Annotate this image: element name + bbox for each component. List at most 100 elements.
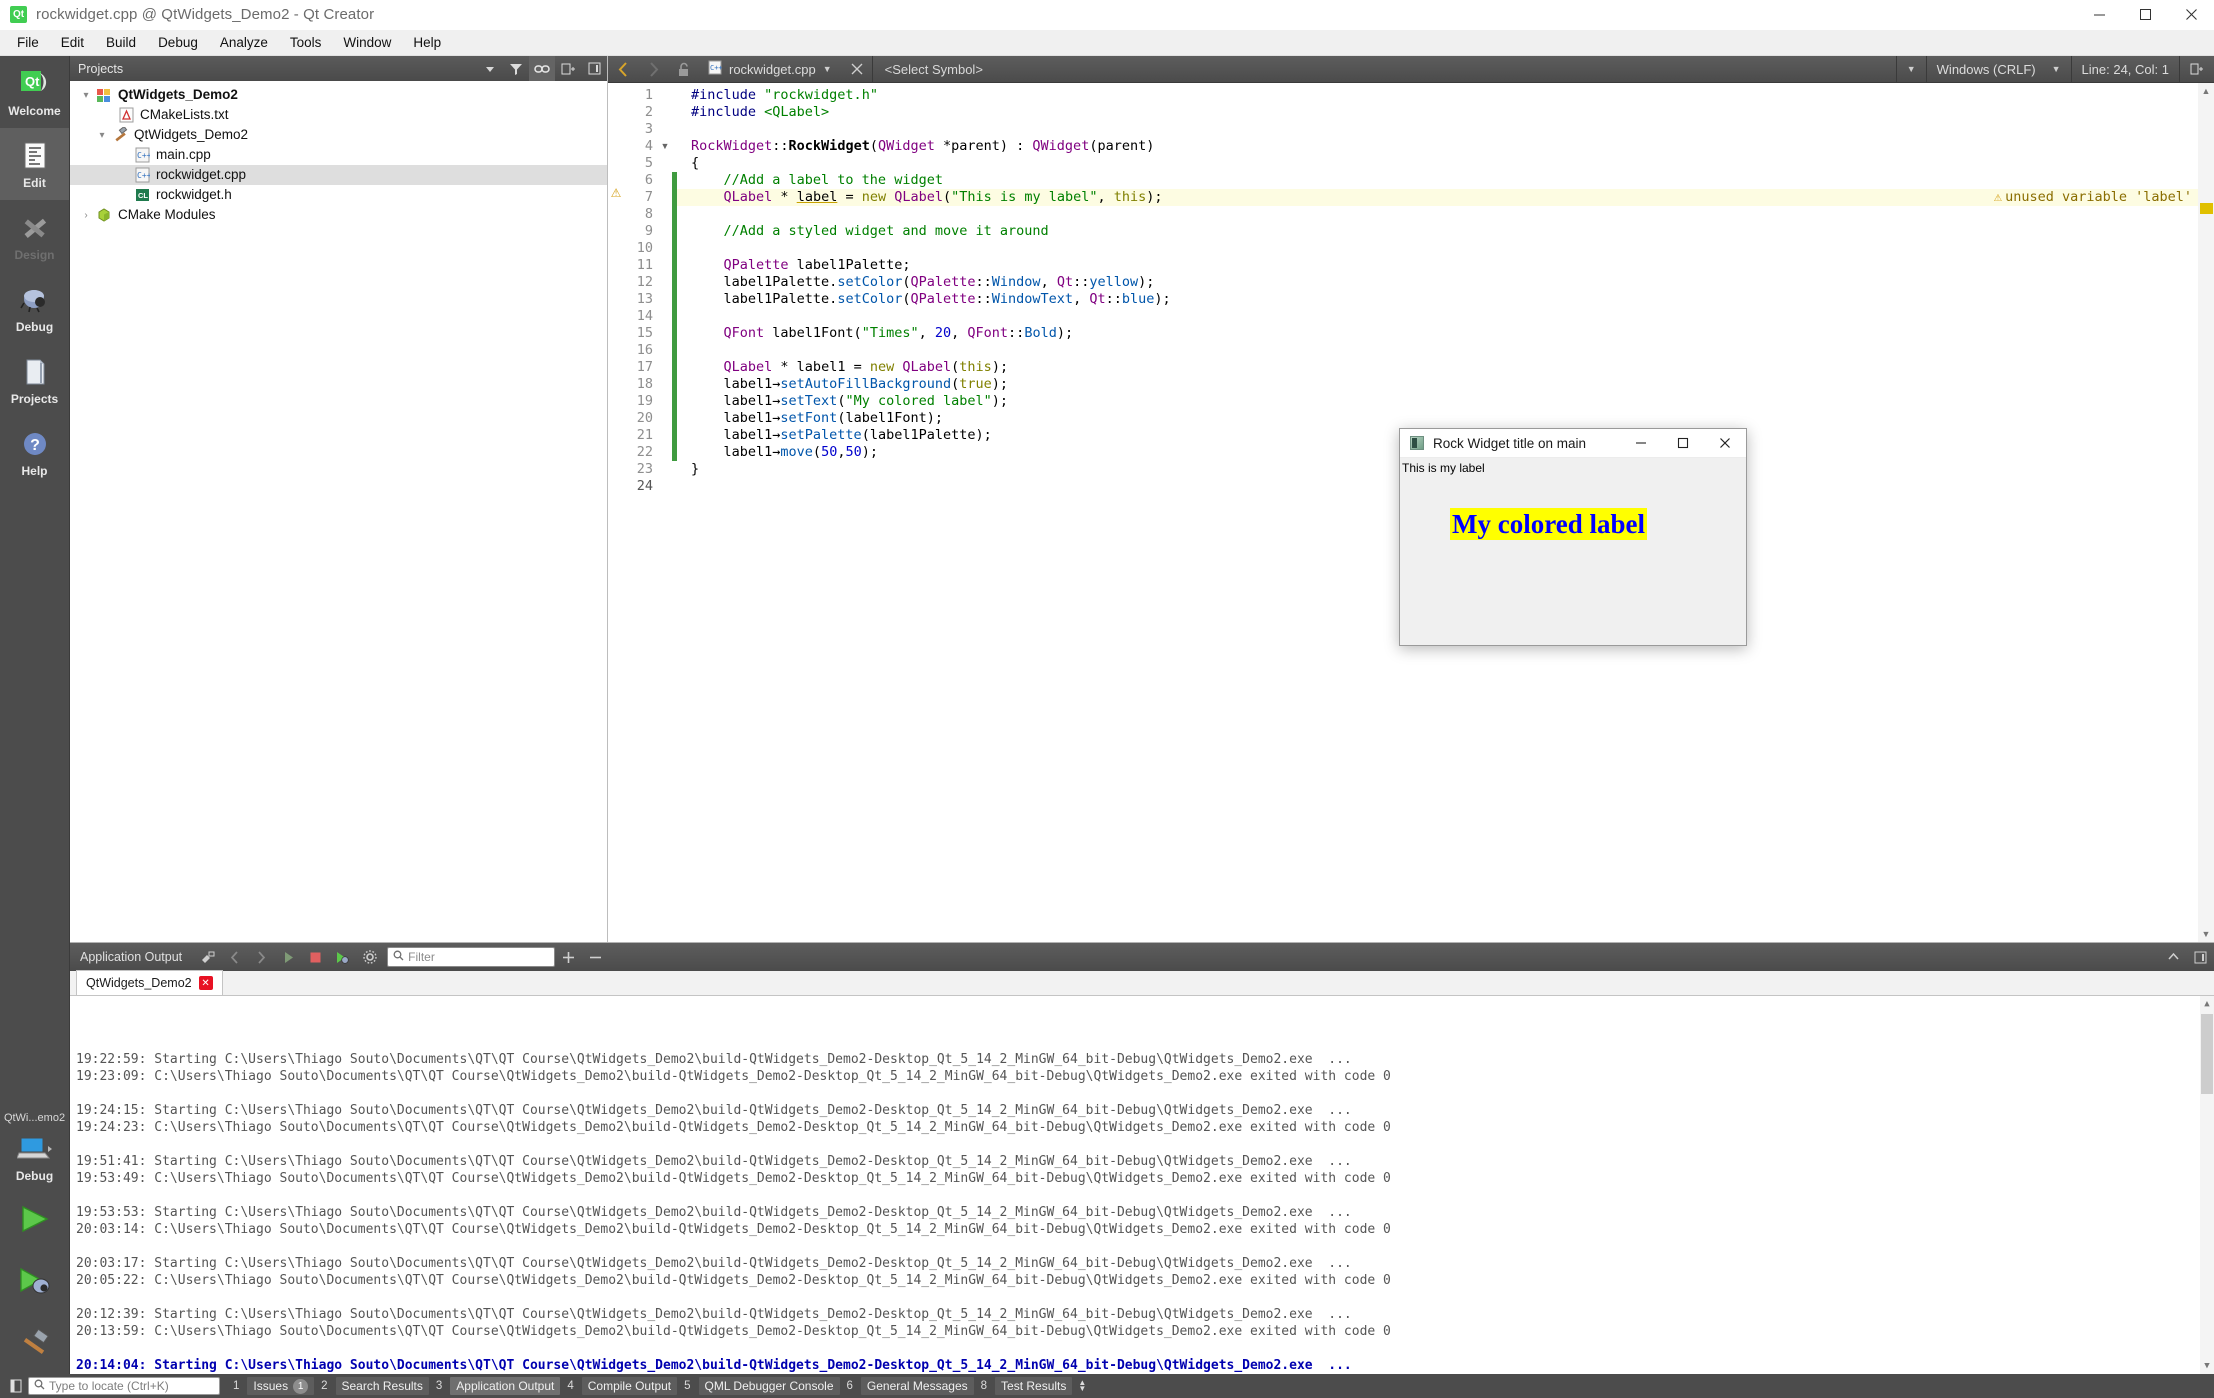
code-line[interactable] — [691, 121, 2198, 138]
filter-icon[interactable] — [503, 56, 529, 81]
tree-item-rockwidget-h[interactable]: CL rockwidget.h — [70, 185, 607, 205]
menu-window[interactable]: Window — [332, 32, 402, 54]
status-tab-qml-debugger-console[interactable]: 5 QML Debugger Console — [681, 1377, 840, 1395]
kit-selector-label[interactable]: QtWi...emo2 — [0, 1108, 69, 1126]
status-tab-issues[interactable]: 1 Issues 1 — [230, 1377, 315, 1395]
tree-item-rockwidget-cpp[interactable]: C++ rockwidget.cpp — [70, 165, 607, 185]
settings-gear-icon[interactable] — [356, 943, 383, 971]
code-line[interactable]: label1→setText("My colored label"); — [691, 393, 2198, 410]
menu-help[interactable]: Help — [402, 32, 452, 54]
menu-file[interactable]: File — [6, 32, 50, 54]
unlocked-padlock-icon[interactable] — [668, 56, 698, 83]
mode-button-projects[interactable]: Projects — [0, 344, 69, 416]
code-line[interactable]: label1→setFont(label1Font); — [691, 410, 2198, 427]
maximize-pane-icon[interactable] — [2160, 943, 2187, 971]
code-line[interactable]: RockWidget::RockWidget(QWidget *parent) … — [691, 138, 2198, 155]
mode-button-welcome[interactable]: Qt Welcome — [0, 56, 69, 128]
tree-item-cmakelists[interactable]: CMakeLists.txt — [70, 105, 607, 125]
status-tab-label[interactable]: Compile Output — [581, 1377, 678, 1395]
toggle-sidebar-icon[interactable] — [4, 1374, 28, 1398]
next-item-icon[interactable] — [248, 943, 275, 971]
mode-button-edit[interactable]: Edit — [0, 128, 69, 200]
status-tab-label[interactable]: Search Results — [335, 1377, 429, 1395]
symbol-selector[interactable]: <Select Symbol> — [873, 62, 995, 77]
code-line[interactable]: QLabel * label = new QLabel("This is my … — [691, 189, 2198, 206]
code-line[interactable]: QFont label1Font("Times", 20, QFont::Bol… — [691, 325, 2198, 342]
maximize-icon[interactable] — [2122, 0, 2168, 30]
close-file-icon[interactable] — [842, 56, 872, 83]
editor-file-tab[interactable]: C++ rockwidget.cpp ▼ — [698, 60, 842, 78]
plus-icon[interactable] — [555, 943, 582, 971]
close-panel-icon[interactable] — [581, 56, 607, 81]
back-arrow-icon[interactable] — [608, 56, 638, 83]
warning-gutter-icon[interactable]: ⚠ — [608, 185, 624, 202]
code-line[interactable]: #include <QLabel> — [691, 104, 2198, 121]
scrollbar-thumb[interactable] — [2201, 1014, 2213, 1094]
code-line[interactable] — [691, 342, 2198, 359]
scroll-up-icon[interactable]: ▲ — [2198, 83, 2214, 99]
status-tab-issues-label[interactable]: Issues 1 — [247, 1377, 315, 1395]
line-ending-selector[interactable]: Windows (CRLF) ▼ — [1925, 55, 2071, 83]
output-tab-qtwidgets-demo2[interactable]: QtWidgets_Demo2 ✕ — [76, 970, 223, 995]
clear-output-icon[interactable] — [194, 943, 221, 971]
code-line[interactable]: QLabel * label1 = new QLabel(this); — [691, 359, 2198, 376]
close-pane-icon[interactable] — [2187, 943, 2214, 971]
panel-dropdown-icon[interactable] — [477, 56, 503, 81]
minimize-icon[interactable] — [2076, 0, 2122, 30]
mode-button-design[interactable]: Design — [0, 200, 69, 272]
status-tab-label[interactable]: General Messages — [860, 1377, 974, 1395]
code-line[interactable]: label1→setAutoFillBackground(true); — [691, 376, 2198, 393]
chevron-right-icon[interactable]: › — [78, 210, 94, 221]
maximize-icon[interactable] — [1662, 429, 1704, 458]
rerun-icon[interactable] — [275, 943, 302, 971]
mode-button-debug[interactable]: Debug — [0, 272, 69, 344]
close-icon[interactable] — [2168, 0, 2214, 30]
editor-scrollbar[interactable]: ▲ ▼ — [2198, 83, 2214, 942]
tree-item-cmake-modules[interactable]: › CMake Modules — [70, 205, 607, 225]
output-filter-input[interactable]: Filter — [387, 947, 556, 967]
split-editor-icon[interactable] — [2179, 55, 2214, 83]
output-scrollbar[interactable]: ▲ ▼ — [2200, 996, 2214, 1374]
close-tab-icon[interactable]: ✕ — [198, 976, 213, 990]
scroll-down-icon[interactable]: ▼ — [2198, 926, 2214, 942]
prev-item-icon[interactable] — [221, 943, 248, 971]
code-line[interactable]: //Add a label to the widget — [691, 172, 2198, 189]
rock-window-titlebar[interactable]: Rock Widget title on main — [1400, 429, 1746, 458]
tree-item-qtwidgets-demo2-root[interactable]: ▾ QtWidgets_Demo2 — [70, 85, 607, 105]
menu-build[interactable]: Build — [95, 32, 147, 54]
attach-debugger-icon[interactable] — [329, 943, 356, 971]
link-sync-icon[interactable] — [529, 56, 555, 81]
minus-icon[interactable] — [582, 943, 609, 971]
code-line[interactable]: label1Palette.setColor(QPalette::Window,… — [691, 274, 2198, 291]
code-line[interactable]: { — [691, 155, 2198, 172]
close-icon[interactable] — [1704, 429, 1746, 458]
forward-arrow-icon[interactable] — [638, 56, 668, 83]
menu-tools[interactable]: Tools — [279, 32, 333, 54]
code-line[interactable]: //Add a styled widget and move it around — [691, 223, 2198, 240]
minimize-icon[interactable] — [1620, 429, 1662, 458]
status-tab-compile-output[interactable]: 4 Compile Output — [564, 1377, 678, 1395]
run-button[interactable] — [0, 1188, 69, 1250]
code-line[interactable]: #include "rockwidget.h" — [691, 87, 2198, 104]
status-tab-general-messages[interactable]: 6 General Messages — [844, 1377, 974, 1395]
code-fold-column[interactable]: ▼ — [658, 83, 672, 942]
status-tab-label[interactable]: Test Results — [995, 1377, 1073, 1395]
start-debugging-button[interactable] — [0, 1250, 69, 1312]
code-line[interactable] — [691, 240, 2198, 257]
chevron-down-icon[interactable]: ▾ — [94, 130, 110, 141]
chevron-down-icon[interactable]: ▾ — [78, 90, 94, 101]
output-log[interactable]: ▲ ▼ 19:22:59: Starting C:\Users\Thiago S… — [70, 996, 2214, 1374]
mode-button-help[interactable]: ? Help — [0, 416, 69, 488]
kit-selector-button[interactable]: Debug — [0, 1126, 69, 1188]
status-tab-test-results[interactable]: 8 Test Results — [978, 1377, 1073, 1395]
cursor-position-label[interactable]: Line: 24, Col: 1 — [2070, 55, 2179, 83]
status-tab-application-output[interactable]: 3 Application Output — [433, 1377, 561, 1395]
menu-edit[interactable]: Edit — [50, 32, 95, 54]
scroll-up-icon[interactable]: ▲ — [2200, 996, 2214, 1012]
chevron-down-icon[interactable]: ▼ — [823, 64, 832, 74]
tree-item-main-cpp[interactable]: C++ main.cpp — [70, 145, 607, 165]
tree-item-qtwidgets-demo2-target[interactable]: ▾ QtWidgets_Demo2 — [70, 125, 607, 145]
status-tab-search-results[interactable]: 2 Search Results — [318, 1377, 429, 1395]
code-line[interactable]: QPalette label1Palette; — [691, 257, 2198, 274]
status-tab-scroll-buttons[interactable]: ▲ ▼ — [1078, 1379, 1086, 1393]
